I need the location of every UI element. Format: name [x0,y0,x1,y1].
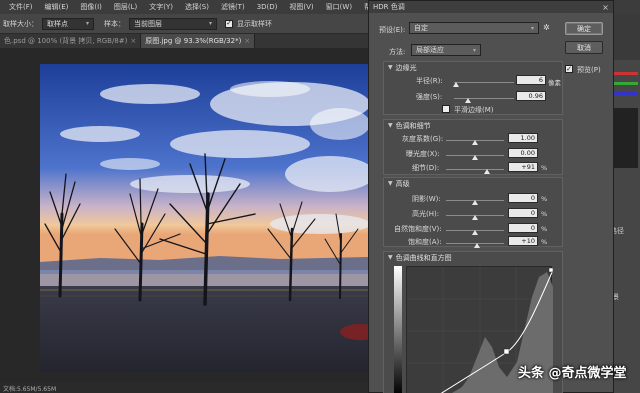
strength-slider-thumb[interactable] [465,98,472,103]
menu-item[interactable]: 图像(I) [74,2,108,12]
exposure-input[interactable]: 0.00 [508,148,538,158]
detail-label: 细节(D): [412,164,440,172]
close-icon[interactable]: × [130,37,136,45]
preview-label: 预览(P) [577,66,601,74]
menu-item[interactable]: 视图(V) [283,2,319,12]
red-channel-line [610,72,638,75]
radius-unit: 像素 [548,79,561,87]
menu-item[interactable]: 编辑(E) [39,2,75,12]
show-ring-label: 显示取样环 [237,19,272,28]
highlight-slider-thumb[interactable] [472,215,478,220]
radius-slider-thumb[interactable] [452,82,459,87]
collapse-triangle-icon: ▼ [388,122,393,129]
curve-endpoint[interactable] [548,267,554,273]
preset-label: 预设(E): [379,26,406,34]
preview-checkbox[interactable]: ✓ [565,65,573,73]
collapse-triangle-icon: ▼ [388,64,393,71]
highlight-input[interactable]: 0 [508,208,538,218]
close-icon[interactable]: × [598,1,613,13]
green-channel-line [610,82,638,85]
gamma-input[interactable]: 1.00 [508,133,538,143]
collapse-triangle-icon: ▼ [388,254,393,261]
section-header[interactable]: ▼ 高级 [384,178,410,189]
document-size: 文档:5.65M/5.65M [3,385,57,393]
strength-slider-track[interactable] [454,98,514,99]
saturation-unit: % [541,238,548,246]
highlight-label: 高光(H): [412,210,440,218]
detail-slider-track[interactable] [446,169,504,170]
chevron-down-icon: ▾ [472,46,476,54]
shadow-slider-thumb[interactable] [472,200,478,205]
menu-item[interactable]: 文件(F) [3,2,39,12]
detail-input[interactable]: +91 [508,162,538,172]
chevron-down-icon: ▾ [530,24,534,32]
detail-unit: % [541,164,548,172]
section-header[interactable]: ▼ 色调和细节 [384,120,431,131]
highlight-unit: % [541,210,548,218]
vibrance-label: 自然饱和度(V): [394,225,442,233]
smooth-edges-checkbox[interactable] [442,105,450,113]
section-header[interactable]: ▼ 色调曲线和直方图 [384,252,452,263]
menu-item[interactable]: 图层(L) [108,2,143,12]
sample-label: 样本： [104,19,125,28]
menu-item[interactable]: 选择(S) [179,2,215,12]
cancel-button[interactable]: 取消 [565,41,603,54]
strength-label: 强度(S): [416,93,443,101]
shadow-unit: % [541,195,548,203]
canvas-image[interactable] [40,64,368,372]
vibrance-unit: % [541,225,548,233]
detail-slider-thumb[interactable] [483,169,490,174]
radius-slider-track[interactable] [454,82,514,83]
gamma-label: 灰度系数(G): [402,135,444,143]
blue-channel-line [610,92,638,95]
tab-document-psd[interactable]: 色.psd @ 100% (背景 拷贝, RGB/8#) × [0,34,142,48]
sample-size-select[interactable]: 取样点 ▾ [42,17,94,30]
chevron-down-icon: ▾ [208,20,212,27]
shadow-label: 阴影(W): [412,195,441,203]
chevron-down-icon: ▾ [85,20,89,27]
sample-select[interactable]: 当前图层 ▾ [129,17,217,30]
watermark: 头条 @奇点微学堂 [518,366,627,381]
method-label: 方法: [389,48,406,56]
menu-item[interactable]: 滤镜(T) [215,2,251,12]
tone-detail-section: ▼ 色调和细节 灰度系数(G): 1.00 曝光度(X): 0.00 细节(D):… [383,119,563,175]
preset-select[interactable]: 自定 ▾ [409,22,539,34]
hdr-toning-dialog: HDR 色调 × 预设(E): 自定 ▾ ✲ 确定 取消 ✓ 预览(P) 方法: … [368,0,614,393]
shadow-input[interactable]: 0 [508,193,538,203]
radius-input[interactable]: 6 [516,75,546,85]
method-select[interactable]: 局部适应 ▾ [411,44,481,56]
exposure-slider-thumb[interactable] [472,155,478,160]
menu-item[interactable]: 窗口(W) [320,2,358,12]
curve-point[interactable] [503,348,510,355]
document-tabs: 色.psd @ 100% (背景 拷贝, RGB/8#) × 原图.jpg @ 9… [0,34,370,48]
navigator-thumbnail [610,108,638,168]
close-icon[interactable]: × [244,37,250,45]
menu-item[interactable]: 文字(Y) [143,2,179,12]
landscape-photo [40,64,368,372]
saturation-input[interactable]: +10 [508,236,538,246]
sample-size-label: 取样大小： [3,19,38,28]
exposure-label: 曝光度(X): [406,150,440,158]
tone-gradient-bar [394,266,402,393]
dialog-title: HDR 色调 [369,1,613,13]
ok-button[interactable]: 确定 [565,22,603,35]
tab-document-jpg[interactable]: 原图.jpg @ 93.3%(RGB/32*) × [141,34,256,48]
vibrance-slider-thumb[interactable] [472,230,478,235]
collapse-triangle-icon: ▼ [388,180,393,187]
radius-label: 半径(R): [416,77,443,85]
strength-input[interactable]: 0.96 [516,91,546,101]
smooth-edges-label: 平滑边缘(M) [454,106,494,114]
gear-icon[interactable]: ✲ [543,23,550,32]
saturation-label: 饱和度(A): [408,238,442,246]
status-bar: 文档:5.65M/5.65M [0,383,370,393]
gamma-slider-thumb[interactable] [472,140,478,145]
show-ring-checkbox[interactable]: ✓ [225,19,233,28]
advanced-section: ▼ 高级 阴影(W): 0 % 高光(H): 0 % 自然饱和度(V): 0 % … [383,177,563,248]
edge-glow-section: ▼ 边缘光 半径(R): 6 像素 强度(S): 0.96 平滑边缘(M) [383,61,563,115]
vibrance-input[interactable]: 0 [508,223,538,233]
saturation-slider-thumb[interactable] [473,243,480,248]
section-header[interactable]: ▼ 边缘光 [384,62,417,73]
menu-item[interactable]: 3D(D) [251,3,284,11]
